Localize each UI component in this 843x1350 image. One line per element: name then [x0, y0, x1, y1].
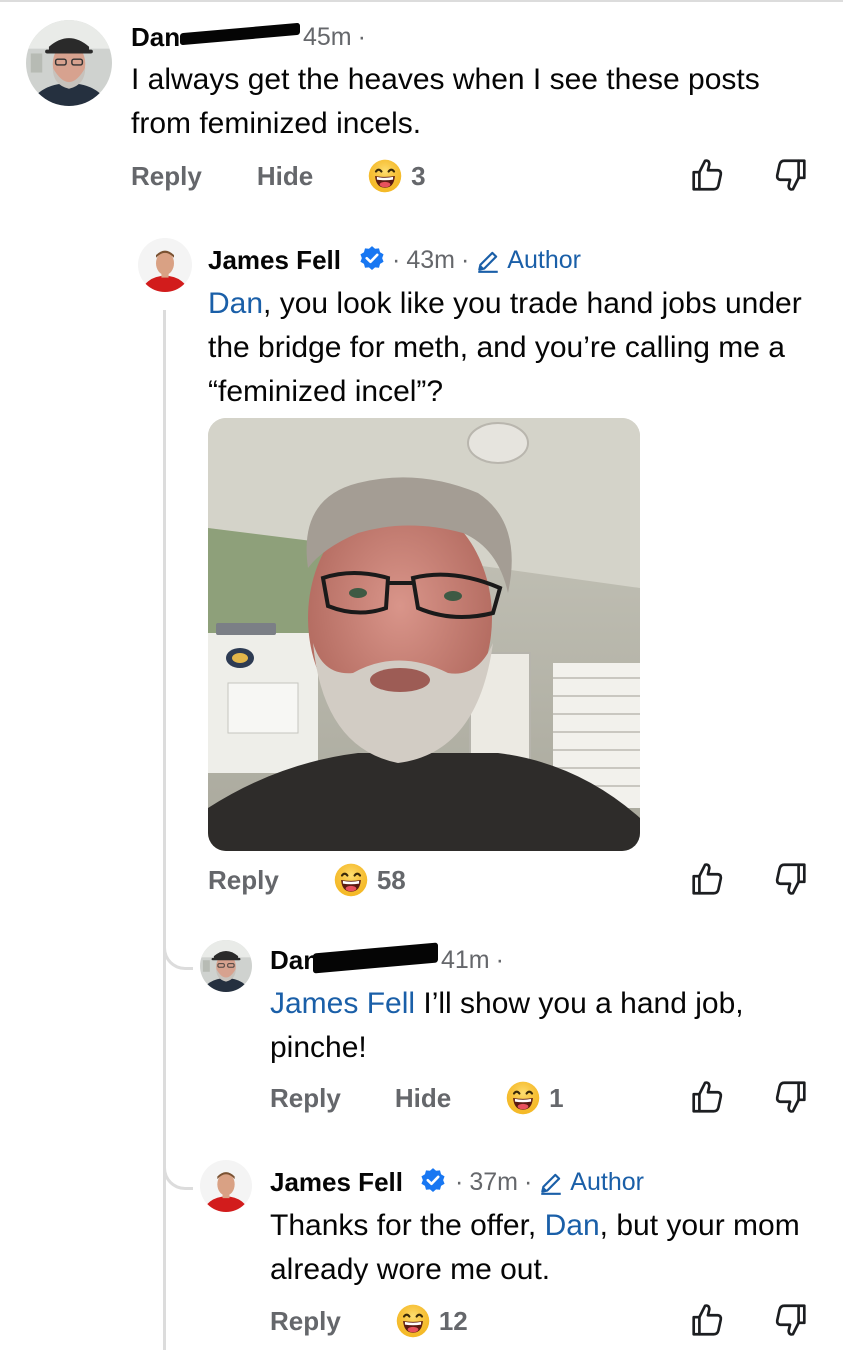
meta-separator: ·	[357, 23, 366, 51]
comment-time[interactable]: 37m	[469, 1168, 518, 1197]
author-badge: Author	[475, 246, 581, 275]
comment-text: Dan, you look like you trade hand jobs u…	[208, 282, 808, 414]
dan-profile-photo-icon	[200, 940, 252, 992]
thumbs-down-outline-icon[interactable]	[772, 1301, 810, 1339]
laughing-emoji-icon	[367, 158, 403, 194]
comment-author-name[interactable]: Dan	[131, 22, 180, 53]
pencil-icon	[475, 248, 501, 274]
reply-button[interactable]: Reply	[131, 161, 202, 192]
verified-badge-icon	[358, 245, 386, 273]
hide-button[interactable]: Hide	[257, 161, 313, 192]
reaction-summary[interactable]: 58	[333, 862, 406, 898]
laughing-emoji-icon	[395, 1303, 431, 1339]
thumbs-up-outline-icon[interactable]	[688, 1078, 726, 1116]
comment-text: I always get the heaves when I see these…	[131, 63, 760, 140]
comment-time[interactable]: 43m	[406, 246, 455, 275]
thread-branch	[163, 930, 193, 970]
comment-time[interactable]: 45m	[303, 23, 352, 52]
reaction-count: 58	[376, 864, 406, 895]
mention-link[interactable]: Dan	[208, 287, 263, 320]
meta-separator: ·	[455, 1168, 464, 1196]
author-badge: Author	[538, 1168, 644, 1197]
hide-button[interactable]: Hide	[395, 1083, 451, 1114]
selfie-photo	[208, 418, 640, 851]
reaction-count: 12	[438, 1305, 468, 1336]
laughing-emoji-icon	[333, 862, 369, 898]
reaction-summary[interactable]: 3	[367, 158, 426, 194]
thumbs-up-outline-icon[interactable]	[688, 860, 726, 898]
comment-text: James Fell I’ll show you a hand job, pin…	[270, 982, 815, 1070]
comment-meta: · 43m · Author	[392, 246, 581, 275]
avatar[interactable]	[26, 20, 112, 106]
james-profile-photo-icon	[200, 1160, 252, 1212]
redaction-mark	[313, 942, 438, 974]
comment-meta: · 37m · Author	[455, 1168, 644, 1197]
thumbs-up-outline-icon[interactable]	[688, 1301, 726, 1339]
reply-button[interactable]: Reply	[270, 1083, 341, 1114]
mention-link[interactable]: James Fell	[270, 987, 415, 1020]
reaction-count: 3	[411, 160, 426, 191]
reply-button[interactable]: Reply	[208, 865, 279, 896]
meta-separator: ·	[523, 1168, 533, 1196]
comment-actions: Reply Hide 3	[131, 158, 426, 194]
top-divider	[0, 0, 843, 2]
thumbs-up-outline-icon[interactable]	[688, 156, 726, 194]
reaction-summary[interactable]: 1	[505, 1080, 564, 1116]
reply-button[interactable]: Reply	[270, 1306, 341, 1337]
reaction-summary[interactable]: 12	[395, 1303, 468, 1339]
thumbs-down-outline-icon[interactable]	[772, 156, 810, 194]
comment-actions: Reply Hide 1	[270, 1080, 564, 1116]
comment-actions: Reply 58	[208, 862, 406, 898]
comment-meta: 41m ·	[441, 946, 510, 975]
comment-author-name[interactable]: James Fell	[270, 1167, 403, 1198]
comment-author-name[interactable]: Dan	[270, 945, 319, 976]
avatar[interactable]	[200, 1160, 252, 1212]
meta-separator: ·	[495, 946, 504, 974]
comment-meta: 45m ·	[303, 23, 372, 52]
comment-text-body: , you look like you trade hand jobs unde…	[208, 287, 802, 408]
verified-badge-icon	[419, 1167, 447, 1195]
james-profile-photo-icon	[138, 238, 192, 292]
thread-branch	[163, 1150, 193, 1190]
comment-text: Thanks for the offer, Dan, but your mom …	[270, 1204, 815, 1292]
mention-link[interactable]: Dan	[545, 1209, 600, 1242]
dan-profile-photo-icon	[26, 20, 112, 106]
meta-separator: ·	[460, 246, 470, 274]
comment-author-name[interactable]: James Fell	[208, 245, 341, 276]
laughing-emoji-icon	[505, 1080, 541, 1116]
comment-actions: Reply 12	[270, 1303, 468, 1339]
thumbs-down-outline-icon[interactable]	[772, 1078, 810, 1116]
attached-photo[interactable]	[208, 418, 640, 851]
redaction-mark	[180, 22, 300, 46]
meta-separator: ·	[392, 246, 401, 274]
avatar[interactable]	[138, 238, 192, 292]
author-badge-label: Author	[570, 1168, 644, 1196]
avatar[interactable]	[200, 940, 252, 992]
comment-time[interactable]: 41m	[441, 946, 490, 975]
thread-line	[163, 310, 166, 1350]
reaction-count: 1	[549, 1082, 564, 1113]
pencil-icon	[538, 1170, 564, 1196]
thumbs-down-outline-icon[interactable]	[772, 860, 810, 898]
author-badge-label: Author	[507, 246, 581, 274]
comment-text-body: Thanks for the offer,	[270, 1209, 545, 1242]
